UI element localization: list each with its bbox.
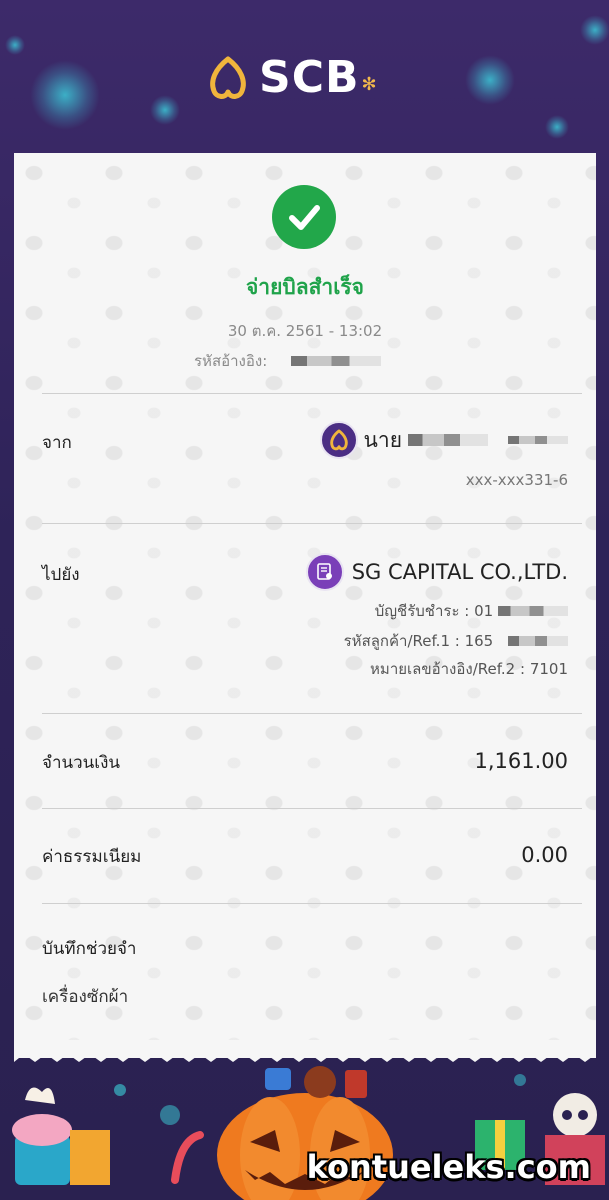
watermark-text: kontueleks.com (306, 1148, 591, 1186)
divider (42, 393, 582, 394)
scb-bank-icon (319, 421, 358, 459)
to-label: ไปยัง (42, 565, 80, 585)
redacted-surname (508, 436, 568, 444)
redacted-name (408, 434, 488, 446)
to-biller: SG CAPITAL CO.,LTD. (305, 553, 568, 591)
halloween-footer: kontueleks.com (0, 1060, 609, 1200)
biller-account: บัญชีรับชำระ : 01 (375, 599, 568, 623)
brand-name: SCB (259, 52, 360, 103)
biller-name: SG CAPITAL CO.,LTD. (351, 560, 568, 584)
biller-icon (305, 553, 344, 591)
memo-value: เครื่องซักผ้า (42, 987, 129, 1007)
divider (42, 903, 582, 904)
ref1-text: รหัสลูกค้า/Ref.1 : 165 (343, 632, 494, 650)
redacted-account (498, 606, 568, 616)
divider (42, 713, 582, 714)
amount-label: จำนวนเงิน (42, 753, 121, 773)
scb-logo: SCB ✻ (205, 52, 377, 103)
reference-ref2: หมายเลขอ้างอิง/Ref.2 : 7101 (370, 660, 568, 678)
scb-lotus-icon (210, 56, 246, 99)
redacted-reference (291, 356, 382, 366)
from-name-prefix: นาย (363, 427, 402, 452)
customer-ref1: รหัสลูกค้า/Ref.1 : 165 (344, 629, 568, 653)
redacted-ref1 (508, 636, 568, 646)
divider (42, 523, 582, 524)
from-label: จาก (42, 433, 72, 453)
header: SCB ✻ (0, 0, 609, 155)
divider (42, 808, 582, 809)
biller-account-text: บัญชีรับชำระ : 01 (374, 602, 494, 620)
from-account-number: xxx-xxx331-6 (465, 471, 568, 489)
status-title: จ่ายบิลสำเร็จ (246, 275, 364, 299)
memo-label: บันทึกช่วยจำ (42, 939, 137, 959)
reference-label: รหัสอ้างอิง: (194, 352, 268, 370)
fee-value: 0.00 (521, 843, 568, 867)
fee-label: ค่าธรรมเนียม (42, 847, 142, 867)
success-check-icon (272, 185, 336, 249)
amount-value: 1,161.00 (474, 749, 568, 773)
from-account-holder: นาย (319, 421, 568, 459)
receipt-card: จ่ายบิลสำเร็จ 30 ต.ค. 2561 - 13:02 รหัสอ… (14, 153, 596, 1058)
reference-row: รหัสอ้างอิง: (194, 349, 382, 373)
transaction-datetime: 30 ต.ค. 2561 - 13:02 (227, 322, 383, 340)
sparkle-icon: ✻ (361, 74, 377, 94)
